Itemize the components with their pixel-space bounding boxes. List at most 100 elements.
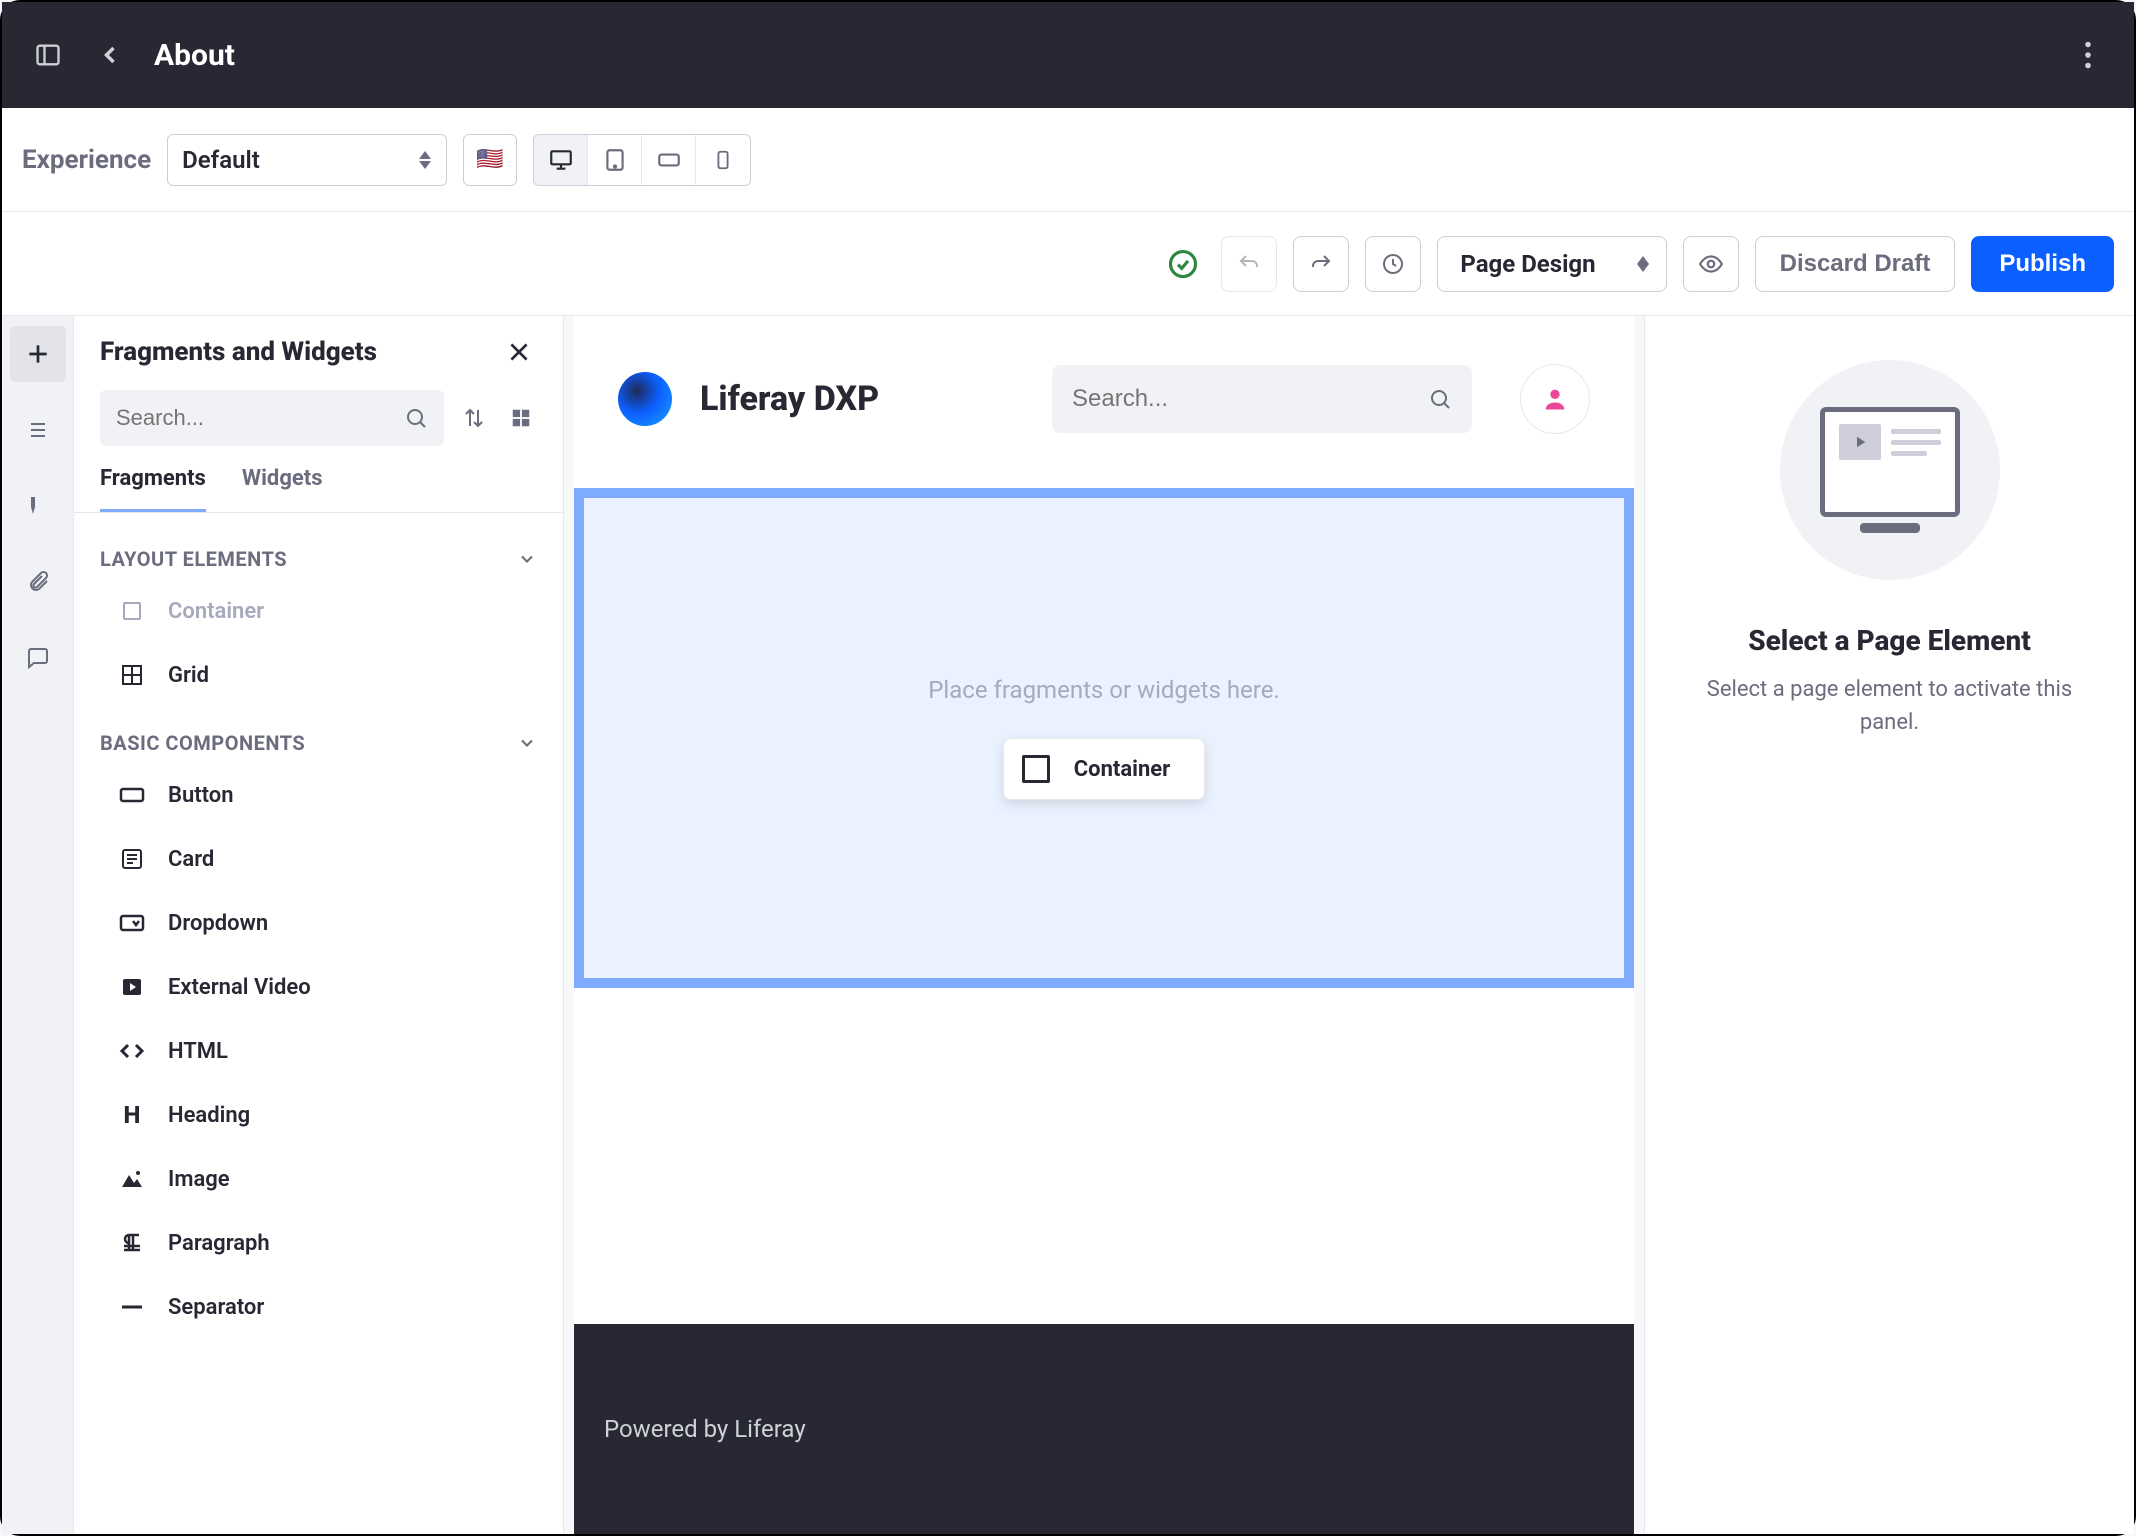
- action-toolbar: Page Design Discard Draft Publish: [2, 212, 2134, 316]
- search-icon: [404, 406, 428, 430]
- button-icon: [118, 781, 146, 809]
- back-icon[interactable]: [88, 33, 132, 77]
- fragment-item-label: Image: [168, 1167, 230, 1192]
- fragment-item-label: Separator: [168, 1295, 264, 1320]
- container-icon: [1022, 755, 1050, 783]
- rail-add-button[interactable]: [10, 326, 66, 382]
- canvas-header: Liferay DXP: [574, 316, 1634, 482]
- fragment-item-grid[interactable]: Grid: [74, 643, 563, 707]
- sort-arrows-icon: [418, 151, 432, 169]
- page-title: About: [154, 38, 235, 73]
- properties-empty-title: Select a Page Element: [1748, 624, 2031, 657]
- search-icon: [1428, 387, 1452, 411]
- fragment-item-heading[interactable]: H Heading: [74, 1083, 563, 1147]
- close-icon[interactable]: [501, 334, 537, 370]
- brand-name: Liferay DXP: [700, 379, 879, 419]
- fragment-search[interactable]: [100, 390, 444, 446]
- fragment-search-input[interactable]: [116, 405, 404, 431]
- fragment-list[interactable]: LAYOUT ELEMENTS Container Grid BASIC COM…: [74, 513, 563, 1534]
- chevron-down-icon: [517, 733, 537, 753]
- heading-icon: H: [118, 1101, 146, 1129]
- fragment-item-label: Paragraph: [168, 1231, 270, 1256]
- canvas-search-input[interactable]: [1072, 385, 1428, 413]
- experience-toolbar: Experience Default 🇺🇸: [2, 108, 2134, 212]
- fragment-item-label: HTML: [168, 1039, 228, 1064]
- fragment-item-label: Dropdown: [168, 911, 268, 936]
- app-header: About: [2, 2, 2134, 108]
- rail-outline-button[interactable]: [10, 402, 66, 458]
- fragment-item-label: Button: [168, 783, 234, 808]
- tool-rail: [2, 316, 74, 1534]
- redo-button[interactable]: [1293, 236, 1349, 292]
- fragments-panel: Fragments and Widgets Fragments Widgets: [74, 316, 564, 1534]
- experience-select[interactable]: Default: [167, 134, 447, 186]
- preview-button[interactable]: [1683, 236, 1739, 292]
- fragment-item-label: Container: [168, 599, 264, 624]
- chevron-down-icon: [517, 549, 537, 569]
- sort-arrows-icon: [1636, 256, 1650, 272]
- fragment-item-html[interactable]: HTML: [74, 1019, 563, 1083]
- flag-icon: 🇺🇸: [476, 147, 503, 172]
- section-layout-elements[interactable]: LAYOUT ELEMENTS: [74, 523, 563, 579]
- page-design-select[interactable]: Page Design: [1437, 236, 1666, 292]
- rail-comments-button[interactable]: [10, 630, 66, 686]
- sidebar-toggle-icon[interactable]: [26, 33, 70, 77]
- sort-button[interactable]: [458, 398, 491, 438]
- properties-panel: Select a Page Element Select a page elem…: [1644, 316, 2134, 1534]
- fragment-item-label: External Video: [168, 975, 311, 1000]
- fragment-item-separator[interactable]: Separator: [74, 1275, 563, 1339]
- section-layout-title: LAYOUT ELEMENTS: [100, 547, 287, 571]
- grid-view-button[interactable]: [505, 398, 538, 438]
- section-basic-title: BASIC COMPONENTS: [100, 731, 305, 755]
- dropzone-hint: Place fragments or widgets here.: [928, 676, 1280, 704]
- fragment-item-container[interactable]: Container: [74, 579, 563, 643]
- canvas-search[interactable]: [1052, 365, 1472, 433]
- device-landscape-button[interactable]: [642, 135, 696, 185]
- canvas-footer: Powered by Liferay: [574, 1324, 1634, 1534]
- experience-label: Experience: [22, 145, 151, 175]
- experience-value: Default: [182, 146, 260, 174]
- tab-fragments[interactable]: Fragments: [100, 466, 206, 512]
- rail-design-button[interactable]: [10, 478, 66, 534]
- canvas-area: Liferay DXP Place fragments or widgets h…: [564, 316, 1644, 1534]
- tab-widgets[interactable]: Widgets: [242, 466, 323, 512]
- container-dropzone[interactable]: Place fragments or widgets here. Contain…: [574, 488, 1634, 988]
- device-tablet-button[interactable]: [588, 135, 642, 185]
- section-basic-components[interactable]: BASIC COMPONENTS: [74, 707, 563, 763]
- fragment-item-dropdown[interactable]: Dropdown: [74, 891, 563, 955]
- separator-icon: [118, 1293, 146, 1321]
- grid-icon: [118, 661, 146, 689]
- fragments-panel-title: Fragments and Widgets: [100, 337, 377, 367]
- fragment-item-button[interactable]: Button: [74, 763, 563, 827]
- fragment-item-label: Card: [168, 847, 214, 872]
- fragment-item-paragraph[interactable]: Paragraph: [74, 1211, 563, 1275]
- rail-attach-button[interactable]: [10, 554, 66, 610]
- fragment-item-image[interactable]: Image: [74, 1147, 563, 1211]
- device-desktop-button[interactable]: [534, 135, 588, 185]
- fragment-item-card[interactable]: Card: [74, 827, 563, 891]
- user-avatar[interactable]: [1520, 364, 1590, 434]
- code-icon: [118, 1037, 146, 1065]
- device-phone-button[interactable]: [696, 135, 750, 185]
- video-icon: [118, 973, 146, 1001]
- footer-text: Powered by Liferay: [604, 1415, 806, 1443]
- paragraph-icon: [118, 1229, 146, 1257]
- status-check-icon: [1161, 242, 1205, 286]
- page-canvas[interactable]: Liferay DXP Place fragments or widgets h…: [574, 316, 1634, 1534]
- container-drag-chip[interactable]: Container: [1003, 738, 1205, 800]
- fragment-item-external-video[interactable]: External Video: [74, 955, 563, 1019]
- container-icon: [118, 597, 146, 625]
- image-icon: [118, 1165, 146, 1193]
- undo-button[interactable]: [1221, 236, 1277, 292]
- publish-button[interactable]: Publish: [1971, 236, 2114, 292]
- locale-select[interactable]: 🇺🇸: [463, 134, 517, 186]
- page-design-label: Page Design: [1460, 250, 1595, 278]
- main-area: Fragments and Widgets Fragments Widgets: [2, 316, 2134, 1534]
- empty-state-illustration: [1780, 360, 2000, 580]
- history-button[interactable]: [1365, 236, 1421, 292]
- properties-empty-subtitle: Select a page element to activate this p…: [1645, 673, 2134, 739]
- brand-logo-icon: [618, 372, 672, 426]
- discard-draft-button[interactable]: Discard Draft: [1755, 236, 1956, 292]
- more-menu-icon[interactable]: [2066, 33, 2110, 77]
- device-preview-group: [533, 134, 751, 186]
